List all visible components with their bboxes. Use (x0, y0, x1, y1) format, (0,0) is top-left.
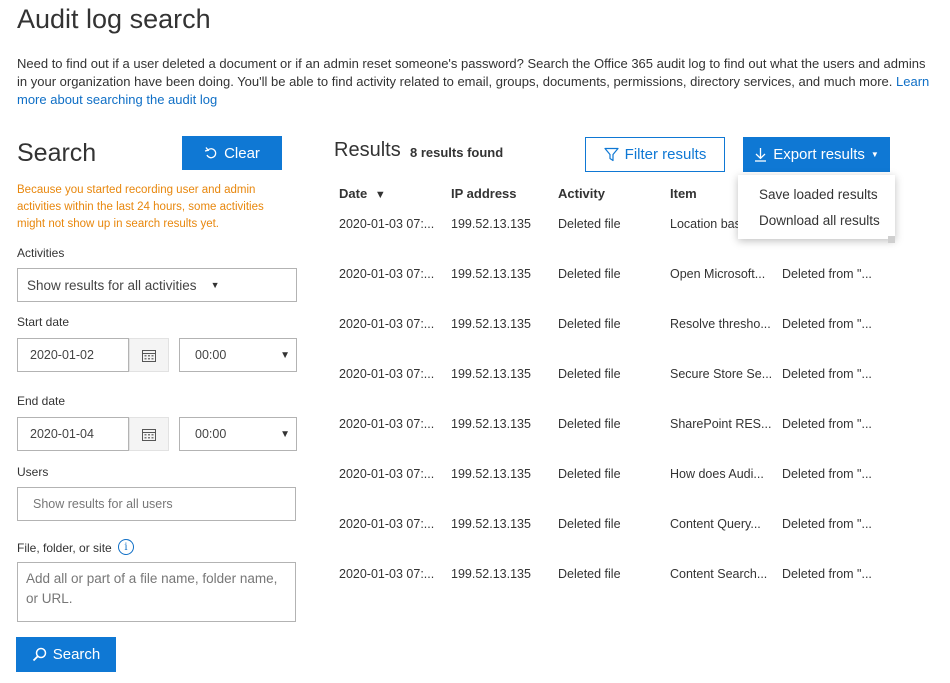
search-button[interactable]: Search (16, 637, 116, 672)
row-ip-address: 199.52.13.135 (451, 467, 531, 481)
users-label: Users (17, 465, 49, 479)
row-activity: Deleted file (558, 367, 621, 381)
row-item: Secure Store Se... (670, 367, 773, 381)
row-detail: Deleted from "... (782, 467, 872, 481)
row-activity: Deleted file (558, 467, 621, 481)
row-detail: Deleted from "... (782, 267, 872, 281)
start-date-label: Start date (17, 315, 70, 329)
end-time-select[interactable]: 00:00 ▼ (179, 417, 297, 451)
search-label: Search (52, 646, 101, 663)
undo-icon (204, 147, 217, 159)
row-date: 2020-01-03 07:... (339, 267, 435, 281)
caret-down-icon: ▼ (870, 150, 879, 159)
file-folder-site-label: File, folder, or site (17, 541, 112, 555)
row-item: Resolve thresho... (670, 317, 771, 331)
end-date-label: End date (17, 394, 66, 408)
row-ip-address: 199.52.13.135 (451, 267, 531, 281)
recording-warning: Because you started recording user and a… (17, 184, 264, 230)
export-results-menu: Save loaded results Download all results (738, 175, 895, 239)
results-heading: Results (334, 139, 401, 161)
row-item: Content Search... (670, 567, 768, 581)
page-title: Audit log search (17, 4, 211, 34)
row-item: Content Query... (670, 517, 761, 531)
end-date-input[interactable]: 2020-01-04 (17, 417, 129, 451)
row-ip-address: 199.52.13.135 (451, 367, 531, 381)
start-time-select[interactable]: 00:00 ▼ (179, 338, 297, 372)
row-ip-address: 199.52.13.135 (451, 217, 531, 231)
export-results-label: Export results (773, 146, 865, 163)
row-item: Location bas (670, 217, 741, 231)
activities-label: Activities (17, 246, 65, 260)
clear-button[interactable]: Clear (182, 136, 282, 170)
row-date: 2020-01-03 07:... (339, 467, 435, 481)
file-folder-site-input[interactable]: Add all or part of a file name, folder n… (17, 562, 296, 622)
menu-item-download-all-results[interactable]: Download all results (759, 213, 880, 228)
row-ip-address: 199.52.13.135 (451, 417, 531, 431)
end-date-calendar-button[interactable] (129, 417, 169, 451)
clear-label: Clear (224, 144, 260, 162)
row-date: 2020-01-03 07:... (339, 517, 435, 531)
end-time-value: 00:00 (195, 427, 227, 441)
row-date: 2020-01-03 07:... (339, 367, 435, 381)
column-header-ip-address[interactable]: IP address (451, 186, 517, 201)
menu-item-save-loaded-results[interactable]: Save loaded results (759, 187, 878, 202)
row-detail: Deleted from "... (782, 567, 872, 581)
activities-value: Show results for all activities (27, 277, 197, 293)
column-header-item[interactable]: Item (670, 186, 697, 201)
row-date: 2020-01-03 07:... (339, 217, 435, 231)
search-heading: Search (17, 139, 97, 167)
column-header-date-label: Date (339, 186, 368, 201)
row-activity: Deleted file (558, 517, 621, 531)
start-date-calendar-button[interactable] (129, 338, 169, 372)
info-icon[interactable]: i (118, 539, 134, 555)
row-activity: Deleted file (558, 567, 621, 581)
row-activity: Deleted file (558, 267, 621, 281)
row-item: How does Audi... (670, 467, 764, 481)
filter-icon (604, 147, 619, 162)
row-date: 2020-01-03 07:... (339, 317, 435, 331)
column-header-activity[interactable]: Activity (558, 186, 605, 201)
caret-down-icon: ▼ (210, 280, 220, 290)
row-activity: Deleted file (558, 317, 621, 331)
row-detail: Deleted from "... (782, 417, 872, 431)
intro-description: Need to find out if a user deleted a doc… (17, 56, 926, 89)
row-activity: Deleted file (558, 417, 621, 431)
caret-down-icon: ▼ (280, 428, 290, 440)
calendar-icon (142, 349, 156, 362)
row-item: Open Microsoft... (670, 267, 766, 281)
row-detail: Deleted from "... (782, 317, 872, 331)
row-date: 2020-01-03 07:... (339, 417, 435, 431)
row-activity: Deleted file (558, 217, 621, 231)
filter-results-label: Filter results (624, 146, 707, 163)
start-time-value: 00:00 (195, 348, 227, 362)
row-item: SharePoint RES... (670, 417, 772, 431)
row-detail: Deleted from "... (782, 517, 872, 531)
start-date-input[interactable]: 2020-01-02 (17, 338, 129, 372)
scrollbar-thumb[interactable] (888, 236, 895, 243)
download-icon (755, 148, 767, 162)
caret-down-icon: ▼ (280, 349, 290, 361)
export-results-button[interactable]: Export results ▼ (743, 137, 890, 172)
row-date: 2020-01-03 07:... (339, 567, 435, 581)
activities-dropdown[interactable]: Show results for all activities ▼ (17, 268, 297, 302)
filter-results-button[interactable]: Filter results (585, 137, 725, 172)
row-detail: Deleted from "... (782, 367, 872, 381)
intro-text: Need to find out if a user deleted a doc… (17, 55, 937, 109)
column-header-date[interactable]: Date ▼ (339, 186, 386, 201)
sort-descending-icon: ▼ (374, 189, 386, 201)
row-ip-address: 199.52.13.135 (451, 567, 531, 581)
row-ip-address: 199.52.13.135 (451, 517, 531, 531)
users-input[interactable]: Show results for all users (17, 487, 296, 521)
calendar-icon (142, 428, 156, 441)
search-icon (32, 647, 46, 662)
row-ip-address: 199.52.13.135 (451, 317, 531, 331)
results-count: 8 results found (410, 145, 504, 160)
